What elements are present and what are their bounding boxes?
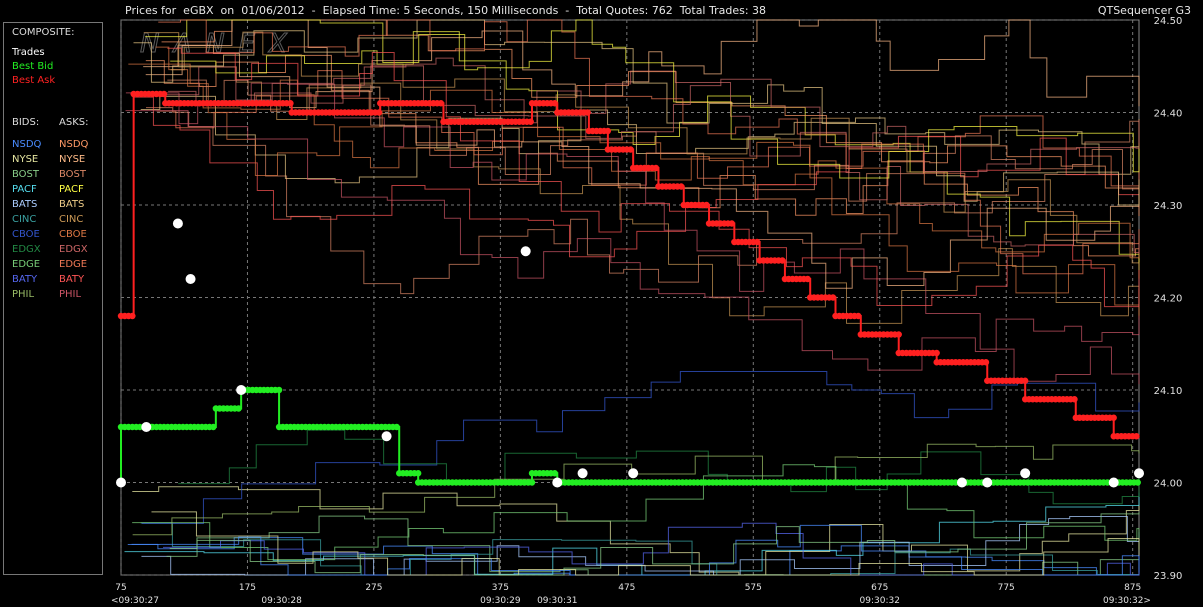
best-ask-point bbox=[604, 127, 612, 135]
best-ask-point bbox=[753, 238, 761, 246]
best-bid-point bbox=[393, 423, 400, 431]
trade-point bbox=[236, 385, 247, 395]
x-tick-label: 175 bbox=[239, 583, 256, 593]
best-bid-point bbox=[210, 423, 217, 431]
trade-point bbox=[577, 468, 588, 479]
best-ask-point bbox=[982, 359, 990, 366]
best-ask-point bbox=[703, 201, 710, 209]
best-bid-point bbox=[551, 470, 558, 477]
time-label: 09:30:28 bbox=[261, 596, 302, 606]
best-bid-point bbox=[275, 386, 283, 394]
best-ask-point bbox=[728, 220, 735, 227]
time-label: <09:30:27 bbox=[111, 596, 159, 606]
x-tick-label: 775 bbox=[998, 583, 1015, 593]
trade-point bbox=[982, 477, 993, 488]
y-tick-label: 24.30 bbox=[1154, 201, 1183, 212]
time-label: 09:30:31 bbox=[537, 596, 577, 606]
x-tick-label: 575 bbox=[745, 583, 762, 593]
best-bid-point bbox=[1134, 479, 1141, 486]
best-ask-point bbox=[375, 109, 383, 116]
y-tick-label: 23.90 bbox=[1154, 571, 1183, 582]
best-ask-point bbox=[287, 100, 294, 107]
best-ask-point bbox=[1110, 414, 1117, 421]
price-chart: NANEX 24.5024.4024.3024.2024.1024.0023.9… bbox=[111, 16, 1183, 606]
trade-point bbox=[520, 246, 531, 257]
best-ask-point bbox=[779, 257, 786, 264]
x-tick-label: 375 bbox=[492, 583, 509, 593]
best-bid-point bbox=[235, 405, 242, 412]
best-ask-point bbox=[829, 294, 837, 301]
time-label: 09:30:32 bbox=[860, 596, 900, 606]
y-tick-label: 24.40 bbox=[1154, 109, 1183, 120]
trade-point bbox=[116, 477, 126, 488]
best-ask-point bbox=[1021, 377, 1029, 384]
y-tick-label: 24.50 bbox=[1154, 16, 1183, 27]
best-ask-point bbox=[129, 312, 136, 320]
y-tick-label: 24.00 bbox=[1154, 479, 1183, 490]
x-tick-label: 875 bbox=[1124, 583, 1141, 593]
x-tick-label: 75 bbox=[115, 583, 126, 593]
trade-point bbox=[628, 468, 639, 479]
trade-point bbox=[1134, 468, 1144, 479]
best-ask-point bbox=[1133, 433, 1140, 440]
trade-point bbox=[552, 477, 563, 488]
best-ask-point bbox=[627, 146, 634, 153]
time-label: 09:30:32> bbox=[1103, 596, 1151, 606]
x-tick-label: 675 bbox=[871, 583, 888, 593]
trade-point bbox=[172, 218, 183, 229]
x-axis: 75 175 275 375 475 575 675 775 875 <09:30:27 09:30… bbox=[111, 583, 1151, 606]
x-tick-label: 275 bbox=[365, 583, 382, 593]
best-ask-point bbox=[678, 183, 685, 190]
x-tick-label: 475 bbox=[618, 583, 635, 593]
best-ask-point bbox=[804, 275, 811, 283]
best-ask-point bbox=[584, 109, 591, 116]
best-bid-point bbox=[528, 479, 536, 486]
best-ask-point bbox=[551, 100, 558, 107]
time-label: 09:30:29 bbox=[480, 596, 521, 606]
y-tick-label: 24.10 bbox=[1154, 386, 1183, 397]
best-ask-point bbox=[895, 331, 902, 338]
y-axis: 24.50 24.40 24.30 24.20 24.10 24.00 23.90 bbox=[1154, 16, 1183, 582]
y-tick-label: 24.20 bbox=[1154, 294, 1183, 305]
trade-point bbox=[1108, 477, 1119, 488]
best-ask-point bbox=[1071, 396, 1078, 403]
best-ask-point bbox=[160, 90, 168, 98]
trade-point bbox=[956, 477, 967, 488]
best-ask-point bbox=[527, 118, 534, 125]
best-ask-point bbox=[933, 349, 940, 357]
best-ask-point bbox=[855, 312, 862, 320]
trade-point bbox=[185, 274, 196, 284]
trade-point bbox=[141, 422, 152, 432]
best-bid-point bbox=[414, 470, 422, 477]
best-ask-point bbox=[437, 100, 445, 107]
best-ask-point bbox=[652, 164, 660, 172]
trade-point bbox=[381, 431, 392, 442]
trade-point bbox=[1020, 468, 1031, 479]
